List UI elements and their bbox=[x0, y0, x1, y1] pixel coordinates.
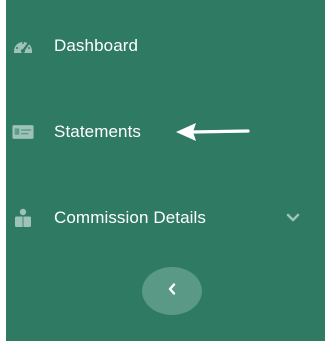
sidebar-item-label: Statements bbox=[54, 122, 141, 141]
sidebar-item-statements[interactable]: Statements bbox=[6, 112, 325, 152]
sidebar-nav: Dashboard Statements Commission Details bbox=[6, 0, 325, 341]
sidebar-item-label: Commission Details bbox=[54, 208, 207, 227]
chevron-left-icon bbox=[167, 282, 177, 300]
commission-person-icon bbox=[12, 208, 34, 228]
arrow-left-icon bbox=[176, 123, 250, 141]
statement-card-icon bbox=[12, 122, 34, 142]
sidebar-item-dashboard[interactable]: Dashboard bbox=[6, 26, 325, 66]
chevron-down-icon[interactable] bbox=[286, 211, 300, 225]
sidebar-item-label: Dashboard bbox=[54, 36, 139, 55]
sidebar-item-commission-details[interactable]: Commission Details bbox=[6, 198, 325, 238]
dashboard-gauge-icon bbox=[12, 36, 34, 56]
collapse-sidebar-button[interactable] bbox=[142, 267, 202, 315]
